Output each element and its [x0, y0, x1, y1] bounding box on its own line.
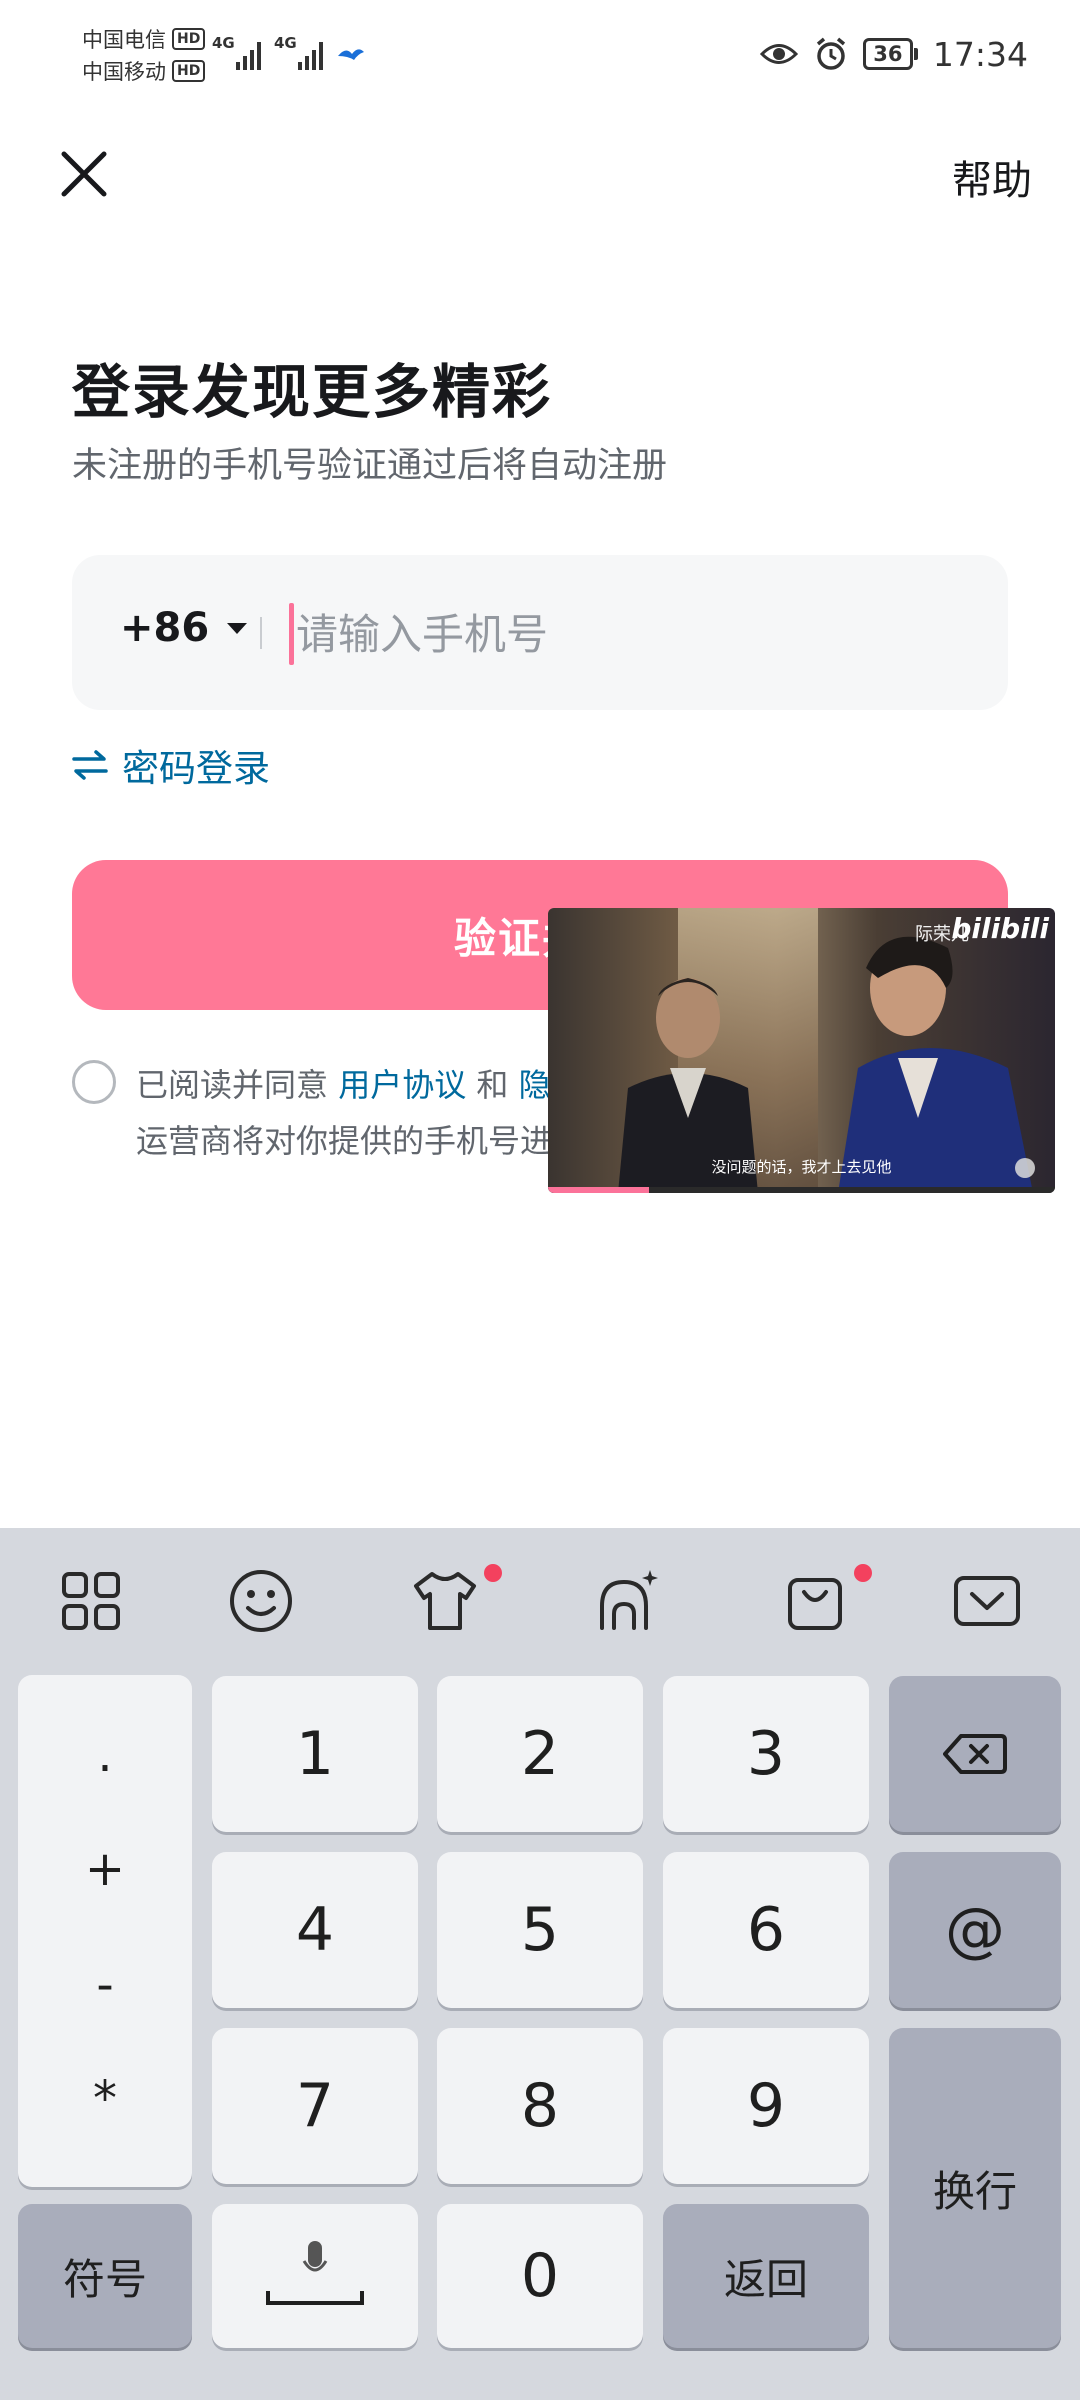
- key-asterisk[interactable]: *: [18, 2071, 192, 2127]
- signal-1-icon: [236, 40, 261, 70]
- carrier-2: 中国移动 HD: [82, 56, 206, 86]
- network-type-1: 4G: [212, 34, 235, 52]
- agreement-text-line2: 运营商将对你提供的手机号进: [136, 1122, 553, 1160]
- key-minus[interactable]: -: [18, 1957, 192, 2013]
- phone-input-box: +86: [72, 555, 1008, 710]
- palette-icon[interactable]: [592, 1566, 662, 1636]
- video-subtitle: 没问题的话，我才上去见他: [711, 1158, 892, 1176]
- signal-2-icon: [298, 40, 323, 70]
- enter-key[interactable]: 换行: [889, 2028, 1061, 2348]
- grid-icon[interactable]: [56, 1566, 126, 1636]
- key-8[interactable]: 8: [437, 2028, 643, 2184]
- key-dot[interactable]: .: [18, 1727, 192, 1783]
- carrier-1: 中国电信 HD: [82, 24, 206, 54]
- microphone-space-icon: [266, 2241, 364, 2305]
- key-at[interactable]: @: [889, 1852, 1061, 2008]
- return-key[interactable]: 返回: [663, 2204, 869, 2348]
- switch-arrows-icon: [72, 750, 108, 780]
- shopping-badge: [854, 1564, 872, 1582]
- key-5[interactable]: 5: [437, 1852, 643, 2008]
- key-3[interactable]: 3: [663, 1676, 869, 1832]
- alarm-icon: [816, 37, 846, 70]
- divider: [260, 617, 262, 649]
- key-4[interactable]: 4: [212, 1852, 418, 2008]
- backspace-icon: [943, 1734, 1007, 1774]
- backspace-key[interactable]: [889, 1676, 1061, 1832]
- tshirt-badge: [484, 1564, 502, 1582]
- key-7[interactable]: 7: [212, 2028, 418, 2184]
- privacy-policy-link[interactable]: 隐: [519, 1066, 551, 1104]
- agreement-checkbox[interactable]: [72, 1060, 116, 1104]
- floating-video-player[interactable]: 际荣儿 bilibili 没问题的话，我才上去见他: [548, 908, 1055, 1193]
- keyboard-hide-icon[interactable]: [952, 1566, 1022, 1636]
- keyboard-toolbar: [0, 1528, 1080, 1668]
- country-code-selector[interactable]: +86: [120, 605, 248, 651]
- symbol-key[interactable]: 符号: [18, 2204, 192, 2348]
- video-drag-handle[interactable]: [1015, 1158, 1035, 1178]
- eye-icon: [759, 44, 799, 64]
- agreement-text: 已阅读并同意 用户协议 和 隐: [136, 1066, 551, 1104]
- caret-down-icon: [227, 622, 248, 634]
- page-title: 登录发现更多精彩: [72, 358, 553, 426]
- help-button[interactable]: 帮助: [952, 148, 1032, 206]
- video-progress-bar: [548, 1187, 650, 1193]
- space-key[interactable]: [212, 2204, 418, 2348]
- close-icon[interactable]: [58, 148, 110, 200]
- key-plus[interactable]: +: [18, 1841, 192, 1897]
- bilibili-logo: bilibili: [951, 912, 1049, 945]
- video-person-right: [838, 936, 1033, 1193]
- battery-icon: 36: [862, 38, 918, 70]
- symbol-column: . + - *: [18, 1675, 192, 2187]
- emoji-icon[interactable]: [226, 1566, 296, 1636]
- user-agreement-link[interactable]: 用户协议: [338, 1066, 466, 1104]
- country-code: +86: [120, 605, 210, 651]
- tshirt-icon[interactable]: [410, 1566, 480, 1636]
- key-6[interactable]: 6: [663, 1852, 869, 2008]
- key-9[interactable]: 9: [663, 2028, 869, 2184]
- network-type-2: 4G: [274, 34, 297, 52]
- phone-input[interactable]: [294, 595, 978, 673]
- shopping-bag-icon[interactable]: [780, 1566, 850, 1636]
- key-1[interactable]: 1: [212, 1676, 418, 1832]
- page-subtitle: 未注册的手机号验证通过后将自动注册: [72, 446, 668, 486]
- notification-bird-icon: [338, 49, 364, 60]
- status-right: 36 17:34: [759, 30, 1028, 78]
- clock: 17:34: [932, 34, 1028, 74]
- key-0[interactable]: 0: [437, 2204, 643, 2348]
- password-login-link[interactable]: 密码登录: [72, 738, 270, 792]
- key-2[interactable]: 2: [437, 1676, 643, 1832]
